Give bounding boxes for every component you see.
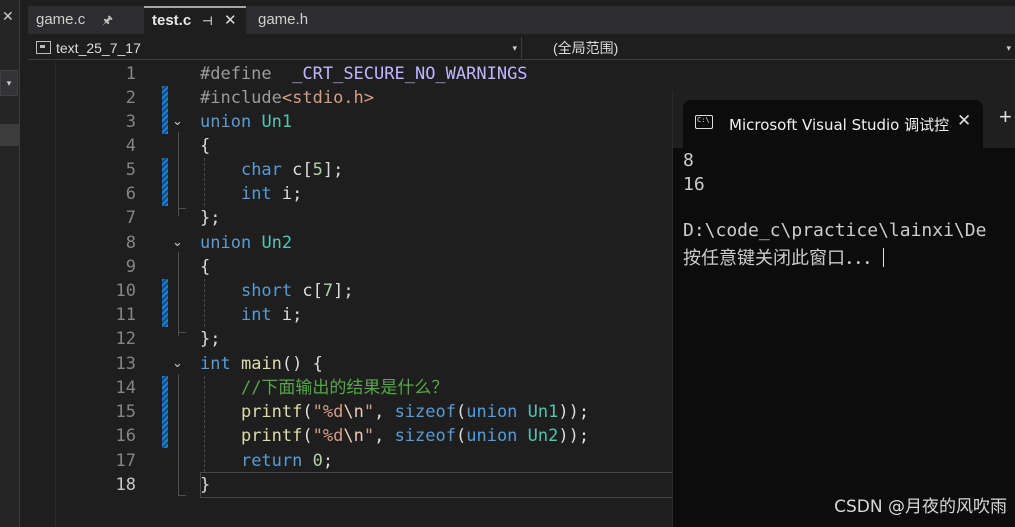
- scope-dropdown[interactable]: (全局范围) ▾: [547, 37, 1015, 59]
- line-number: 14: [115, 378, 136, 398]
- line-number: 16: [115, 426, 136, 446]
- line-number: 10: [115, 281, 136, 301]
- code-line: 1 #define _CRT_SECURE_NO_WARNINGS: [30, 62, 1015, 86]
- tab-label: game.c: [36, 11, 86, 28]
- project-icon: [36, 41, 51, 54]
- navigation-bar: text_25_7_17 ▾ (全局范围) ▾: [28, 36, 1015, 60]
- line-number-active: 18: [115, 475, 136, 495]
- project-name: text_25_7_17: [56, 40, 141, 56]
- console-output-line: 8: [683, 150, 694, 171]
- line-number: 3: [125, 112, 136, 132]
- line-number: 17: [115, 451, 136, 471]
- console-output-line: D:\code_c\practice\lainxi\De: [683, 220, 987, 241]
- console-tab[interactable]: Microsoft Visual Studio 调试控 ✕: [683, 100, 983, 148]
- line-number: 9: [125, 257, 136, 277]
- tab-game-c[interactable]: game.c 🖈: [28, 6, 142, 34]
- text-caret: [883, 248, 884, 267]
- console-output-line: 16: [683, 174, 705, 195]
- chevron-down-icon[interactable]: ▾: [512, 37, 517, 59]
- fold-chevron-icon[interactable]: ⌄: [172, 352, 183, 376]
- scope-name: (全局范围): [553, 40, 619, 56]
- document-tab-bar: game.c 🖈 game.h test.c ⊣ ✕: [28, 6, 1015, 34]
- chevron-down-icon[interactable]: ▾: [0, 70, 18, 96]
- line-number: 4: [125, 136, 136, 156]
- chevron-down-icon[interactable]: ▾: [1006, 37, 1011, 59]
- project-dropdown[interactable]: text_25_7_17 ▾: [32, 37, 522, 59]
- pin-icon[interactable]: 🖈: [102, 6, 113, 34]
- terminal-icon: [695, 115, 713, 129]
- close-icon[interactable]: ✕: [957, 111, 971, 131]
- new-tab-icon[interactable]: +: [999, 104, 1012, 130]
- left-panel-strip: ✕ ▾: [0, 0, 20, 527]
- debug-console-window[interactable]: Microsoft Visual Studio 调试控 ✕ + 8 16 D:\…: [672, 90, 1015, 527]
- line-number: 7: [125, 208, 136, 228]
- tab-label: game.h: [258, 11, 309, 28]
- line-number: 11: [115, 305, 136, 325]
- close-icon[interactable]: ✕: [224, 8, 237, 34]
- panel-selected-row[interactable]: [0, 124, 20, 146]
- fold-chevron-icon[interactable]: ⌄: [172, 110, 183, 134]
- close-icon[interactable]: ✕: [2, 8, 14, 25]
- line-number: 15: [115, 402, 136, 422]
- tab-test-c[interactable]: test.c ⊣ ✕: [144, 6, 246, 34]
- tab-label: test.c: [152, 12, 192, 29]
- console-output-line: 按任意键关闭此窗口．．．: [683, 244, 884, 270]
- line-number: 5: [125, 160, 136, 180]
- line-number: 8: [125, 233, 136, 253]
- console-title: Microsoft Visual Studio 调试控: [729, 116, 950, 134]
- line-number: 12: [115, 329, 136, 349]
- tab-game-h[interactable]: game.h: [250, 6, 366, 34]
- line-number: 2: [125, 88, 136, 108]
- line-number: 13: [115, 354, 136, 374]
- pin-icon[interactable]: ⊣: [202, 8, 213, 34]
- line-number: 6: [125, 184, 136, 204]
- line-number: 1: [125, 64, 136, 84]
- console-titlebar: Microsoft Visual Studio 调试控 ✕ +: [673, 90, 1015, 148]
- fold-chevron-icon[interactable]: ⌄: [172, 231, 183, 255]
- watermark: CSDN @月夜的风吹雨: [834, 497, 1007, 517]
